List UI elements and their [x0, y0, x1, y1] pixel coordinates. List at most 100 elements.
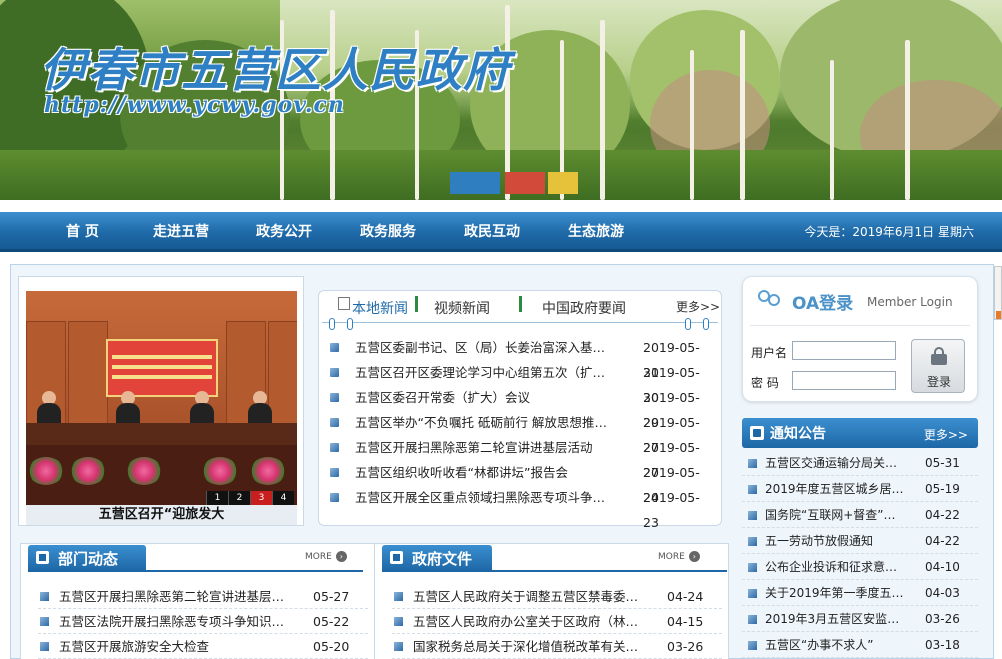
nav-home[interactable]: 首 页 — [66, 212, 99, 252]
notice-item-title[interactable]: 2019年度五营区城乡居民医疗保险 — [765, 476, 907, 502]
notice-item[interactable]: 公布企业投诉和征求意见渠道 04-10 — [742, 554, 978, 580]
news-item-title[interactable]: 五营区举办“不负嘱托 砥砺前行 解放思想推动高质量发展” — [355, 410, 611, 435]
slide-dot-2[interactable]: 2 — [228, 491, 250, 505]
nav-government-services[interactable]: 政务服务 — [360, 212, 416, 252]
government-document-item-date: 04-24 — [667, 589, 704, 604]
notice-icon — [750, 426, 764, 440]
department-more-link[interactable]: MORE › — [305, 551, 347, 562]
tab-local-news[interactable]: 本地新闻 — [352, 298, 408, 318]
notice-item[interactable]: 五营区“办事不求人” 03-18 — [742, 632, 978, 658]
username-label: 用户名 — [751, 346, 788, 360]
news-item[interactable]: 五营区开展全区重点领域扫黑除恶专项斗争督导 2019-05-23 — [330, 485, 710, 530]
department-news-title: 部门动态 — [58, 550, 119, 568]
nav-about-wuying[interactable]: 走进五营 — [153, 212, 209, 252]
news-item[interactable]: 五营区组织收听收看“林都讲坛”报告会 2019-05-24 — [330, 460, 710, 505]
slide-dot-3[interactable]: 3 — [250, 491, 272, 505]
notice-item-title[interactable]: 五营区“办事不求人” — [765, 632, 907, 658]
login-button-label: 登录 — [926, 375, 951, 389]
department-news-item[interactable]: 五营区法院开展扫黑除恶专项斗争知识测试 05-22 — [38, 609, 368, 634]
slider-photo[interactable] — [26, 291, 297, 505]
government-document-item[interactable]: 五营区人民政府办公室关于区政府（林业局） 04-15 — [392, 609, 722, 634]
bullet-icon — [748, 459, 757, 468]
notice-item-title[interactable]: 国务院“互联网+督查”平台 — [765, 502, 907, 528]
notice-item-date: 05-31 — [925, 456, 960, 470]
notice-item[interactable]: 五一劳动节放假通知 04-22 — [742, 528, 978, 554]
notice-item[interactable]: 关于2019年第一季度五营区政务 04-03 — [742, 580, 978, 606]
notice-item[interactable]: 2019年度五营区城乡居民医疗保险 05-19 — [742, 476, 978, 502]
tab-underline — [322, 322, 718, 323]
notice-header: 通知公告 更多>> — [742, 418, 978, 448]
login-button[interactable]: 登录 — [911, 339, 965, 393]
bullet-icon — [748, 615, 757, 624]
department-news-item-date: 05-27 — [313, 589, 350, 604]
notice-item-date: 03-26 — [925, 612, 960, 626]
news-item-title[interactable]: 五营区委副书记、区（局）长姜治富深入基层调研 — [355, 335, 611, 360]
notice-item[interactable]: 国务院“互联网+督查”平台 04-22 — [742, 502, 978, 528]
side-float-widget[interactable] — [994, 266, 1002, 320]
government-document-item-title[interactable]: 国家税务总局关于深化增值税改革有关事项的公告 — [413, 634, 649, 659]
bullet-icon — [748, 537, 757, 546]
notice-item-title[interactable]: 2019年3月五营区安监局行政执法 — [765, 606, 907, 632]
news-item[interactable]: 五营区开展扫黑除恶第二轮宣讲进基层活动 2019-05-27 — [330, 435, 710, 480]
government-document-item-title[interactable]: 五营区人民政府办公室关于区政府（林业局） — [413, 609, 649, 634]
news-item-title[interactable]: 五营区委召开常委（扩大）会议 — [355, 385, 611, 410]
section-icon — [390, 551, 403, 564]
tab-china-gov-news[interactable]: 中国政府要闻 — [542, 298, 626, 318]
slide-dot-1[interactable]: 1 — [206, 491, 228, 505]
bullet-icon — [748, 563, 757, 572]
notice-item-date: 04-03 — [925, 586, 960, 600]
pin-icon — [685, 318, 691, 330]
department-news-item[interactable]: 五营区开展扫黑除恶第二轮宣讲进基层活动 05-27 — [38, 584, 368, 609]
notice-item-date: 03-18 — [925, 638, 960, 652]
notice-item-title[interactable]: 公布企业投诉和征求意见渠道 — [765, 554, 907, 580]
news-more-link[interactable]: 更多>> — [676, 298, 720, 315]
news-item-date: 2019-05-23 — [643, 490, 700, 530]
page: 伊春市五营区人民政府 http://www.ycwy.gov.cn 首 页 走进… — [0, 0, 1002, 659]
government-document-item[interactable]: 五营区人民政府关于调整五营区禁毒委员会成员的通知 04-24 — [392, 584, 722, 609]
notice-item[interactable]: 2019年3月五营区安监局行政执法 03-26 — [742, 606, 978, 632]
bullet-icon — [748, 589, 757, 598]
slider-pagination: 1 2 3 4 — [206, 491, 294, 505]
pin-icon — [347, 318, 353, 330]
news-item-title[interactable]: 五营区组织收听收看“林都讲坛”报告会 — [355, 460, 611, 485]
news-item[interactable]: 五营区召开区委理论学习中心组第五次（扩大）学习会 2019-05-30 — [330, 360, 710, 405]
department-news-header: 部门动态 — [28, 545, 146, 571]
news-item[interactable]: 五营区举办“不负嘱托 砥砺前行 解放思想推动高质量发展” 2019-05-27 — [330, 410, 710, 455]
news-item-title[interactable]: 五营区开展扫黑除恶第二轮宣讲进基层活动 — [355, 435, 611, 460]
arrow-right-icon: › — [688, 551, 700, 562]
news-item-title[interactable]: 五营区召开区委理论学习中心组第五次（扩大）学习会 — [355, 360, 611, 385]
notice-item-date: 04-10 — [925, 560, 960, 574]
header-banner: 伊春市五营区人民政府 http://www.ycwy.gov.cn — [0, 0, 1002, 200]
notice-more-link[interactable]: 更多>> — [924, 426, 968, 443]
password-label: 密 码 — [751, 376, 779, 390]
government-document-item[interactable]: 国家税务总局关于深化增值税改革有关事项的公告 03-26 — [392, 634, 722, 659]
slide-dot-4[interactable]: 4 — [272, 491, 294, 505]
notice-item-title[interactable]: 关于2019年第一季度五营区政务 — [765, 580, 907, 606]
news-item[interactable]: 五营区委副书记、区（局）长姜治富深入基层调研 2019-05-31 — [330, 335, 710, 380]
bullet-icon — [330, 418, 339, 427]
bullet-icon — [330, 393, 339, 402]
department-news-item[interactable]: 五营区开展旅游安全大检查 05-20 — [38, 634, 368, 659]
bullet-icon — [748, 511, 757, 520]
site-title: 伊春市五营区人民政府 — [40, 43, 510, 97]
nav-public-interaction[interactable]: 政民互动 — [464, 212, 520, 252]
notice-item-title[interactable]: 五一劳动节放假通知 — [765, 528, 907, 554]
news-item[interactable]: 五营区委召开常委（扩大）会议 2019-05-29 — [330, 385, 710, 430]
department-news-item-title[interactable]: 五营区开展扫黑除恶第二轮宣讲进基层活动 — [59, 584, 295, 609]
department-news-item-title[interactable]: 五营区开展旅游安全大检查 — [59, 634, 295, 659]
tab-video-news[interactable]: 视频新闻 — [434, 298, 490, 318]
bullet-icon — [40, 642, 49, 651]
notice-item[interactable]: 五营区交通运输分局关于开展道路运输 05-31 — [742, 450, 978, 476]
bullet-icon — [330, 493, 339, 502]
nav-government-affairs[interactable]: 政务公开 — [256, 212, 312, 252]
government-document-item-title[interactable]: 五营区人民政府关于调整五营区禁毒委员会成员的通知 — [413, 584, 649, 609]
nav-eco-tourism[interactable]: 生态旅游 — [568, 212, 624, 252]
more-label: MORE — [658, 552, 685, 562]
news-item-title[interactable]: 五营区开展全区重点领域扫黑除恶专项斗争督导 — [355, 485, 611, 510]
notice-item-title[interactable]: 五营区交通运输分局关于开展道路运输 — [765, 450, 907, 476]
documents-more-link[interactable]: MORE › — [658, 551, 700, 562]
username-input[interactable] — [792, 341, 896, 360]
password-input[interactable] — [792, 371, 896, 390]
department-news-item-title[interactable]: 五营区法院开展扫黑除恶专项斗争知识测试 — [59, 609, 295, 634]
slider-caption[interactable]: 五营区召开“迎旅发大 — [26, 505, 297, 525]
